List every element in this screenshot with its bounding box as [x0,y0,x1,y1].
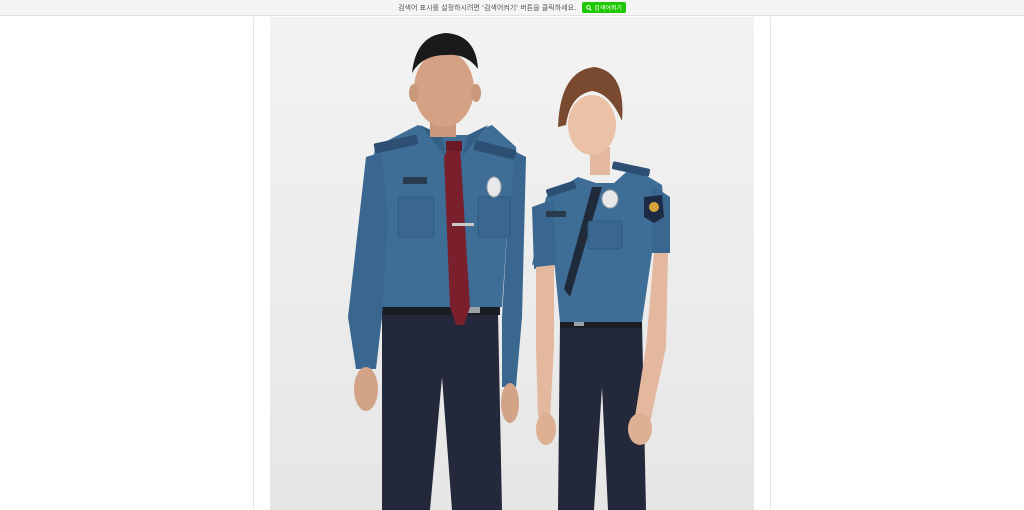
search-keyword-toggle-label: 검색어켜기 [594,5,622,12]
search-icon [586,4,593,11]
police-uniform-photo [270,17,754,510]
search-keyword-toggle-button[interactable]: 검색어켜기 [582,2,626,13]
notice-bar: 검색어 표시를 설정하시려면 '검색어켜기' 버튼을 클릭하세요. 검색어켜기 [0,0,1024,16]
notice-message: 검색어 표시를 설정하시려면 '검색어켜기' 버튼을 클릭하세요. [398,3,577,12]
